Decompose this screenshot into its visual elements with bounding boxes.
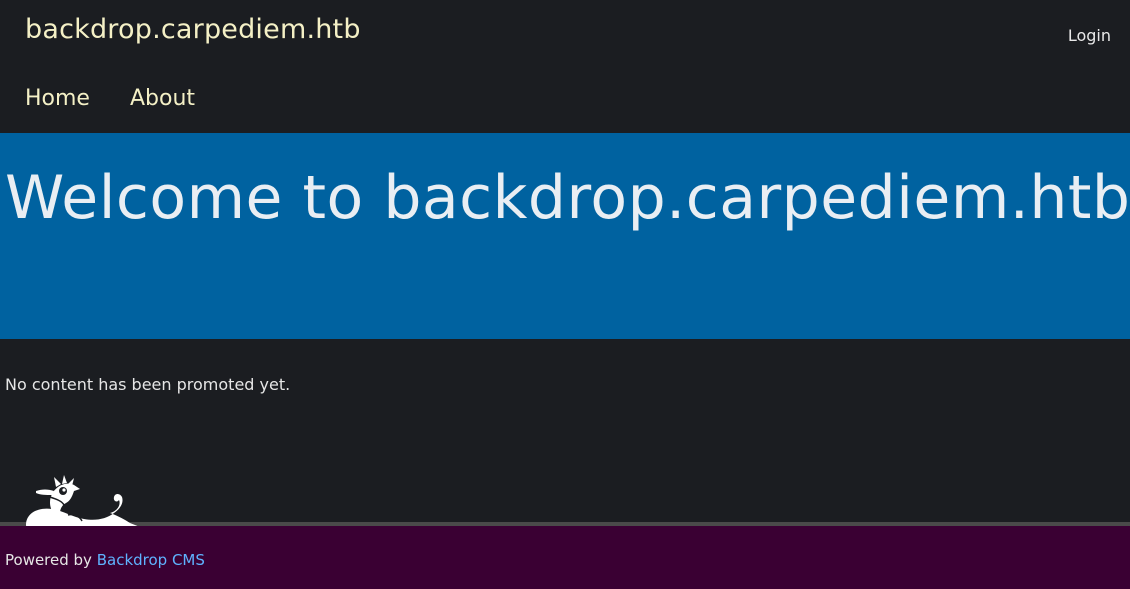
empty-content-message: No content has been promoted yet. bbox=[5, 375, 291, 394]
main-content: No content has been promoted yet. bbox=[0, 339, 1130, 533]
backdrop-dragon-logo-icon bbox=[26, 475, 140, 533]
powered-by-prefix: Powered by bbox=[5, 551, 97, 569]
site-header: backdrop.carpediem.htb Login Home About bbox=[0, 0, 1130, 133]
page-title: Welcome to backdrop.carpediem.htb! bbox=[5, 163, 1130, 233]
backdrop-cms-link[interactable]: Backdrop CMS bbox=[97, 551, 205, 569]
hero-banner: Welcome to backdrop.carpediem.htb! bbox=[0, 133, 1130, 339]
login-link[interactable]: Login bbox=[1068, 26, 1111, 45]
site-footer: Powered by Backdrop CMS bbox=[0, 526, 1130, 589]
main-nav: Home About bbox=[25, 86, 195, 111]
powered-by-text: Powered by Backdrop CMS bbox=[5, 551, 205, 569]
nav-item-home[interactable]: Home bbox=[25, 86, 90, 111]
nav-item-about[interactable]: About bbox=[130, 86, 195, 111]
site-name-link[interactable]: backdrop.carpediem.htb bbox=[25, 14, 361, 45]
